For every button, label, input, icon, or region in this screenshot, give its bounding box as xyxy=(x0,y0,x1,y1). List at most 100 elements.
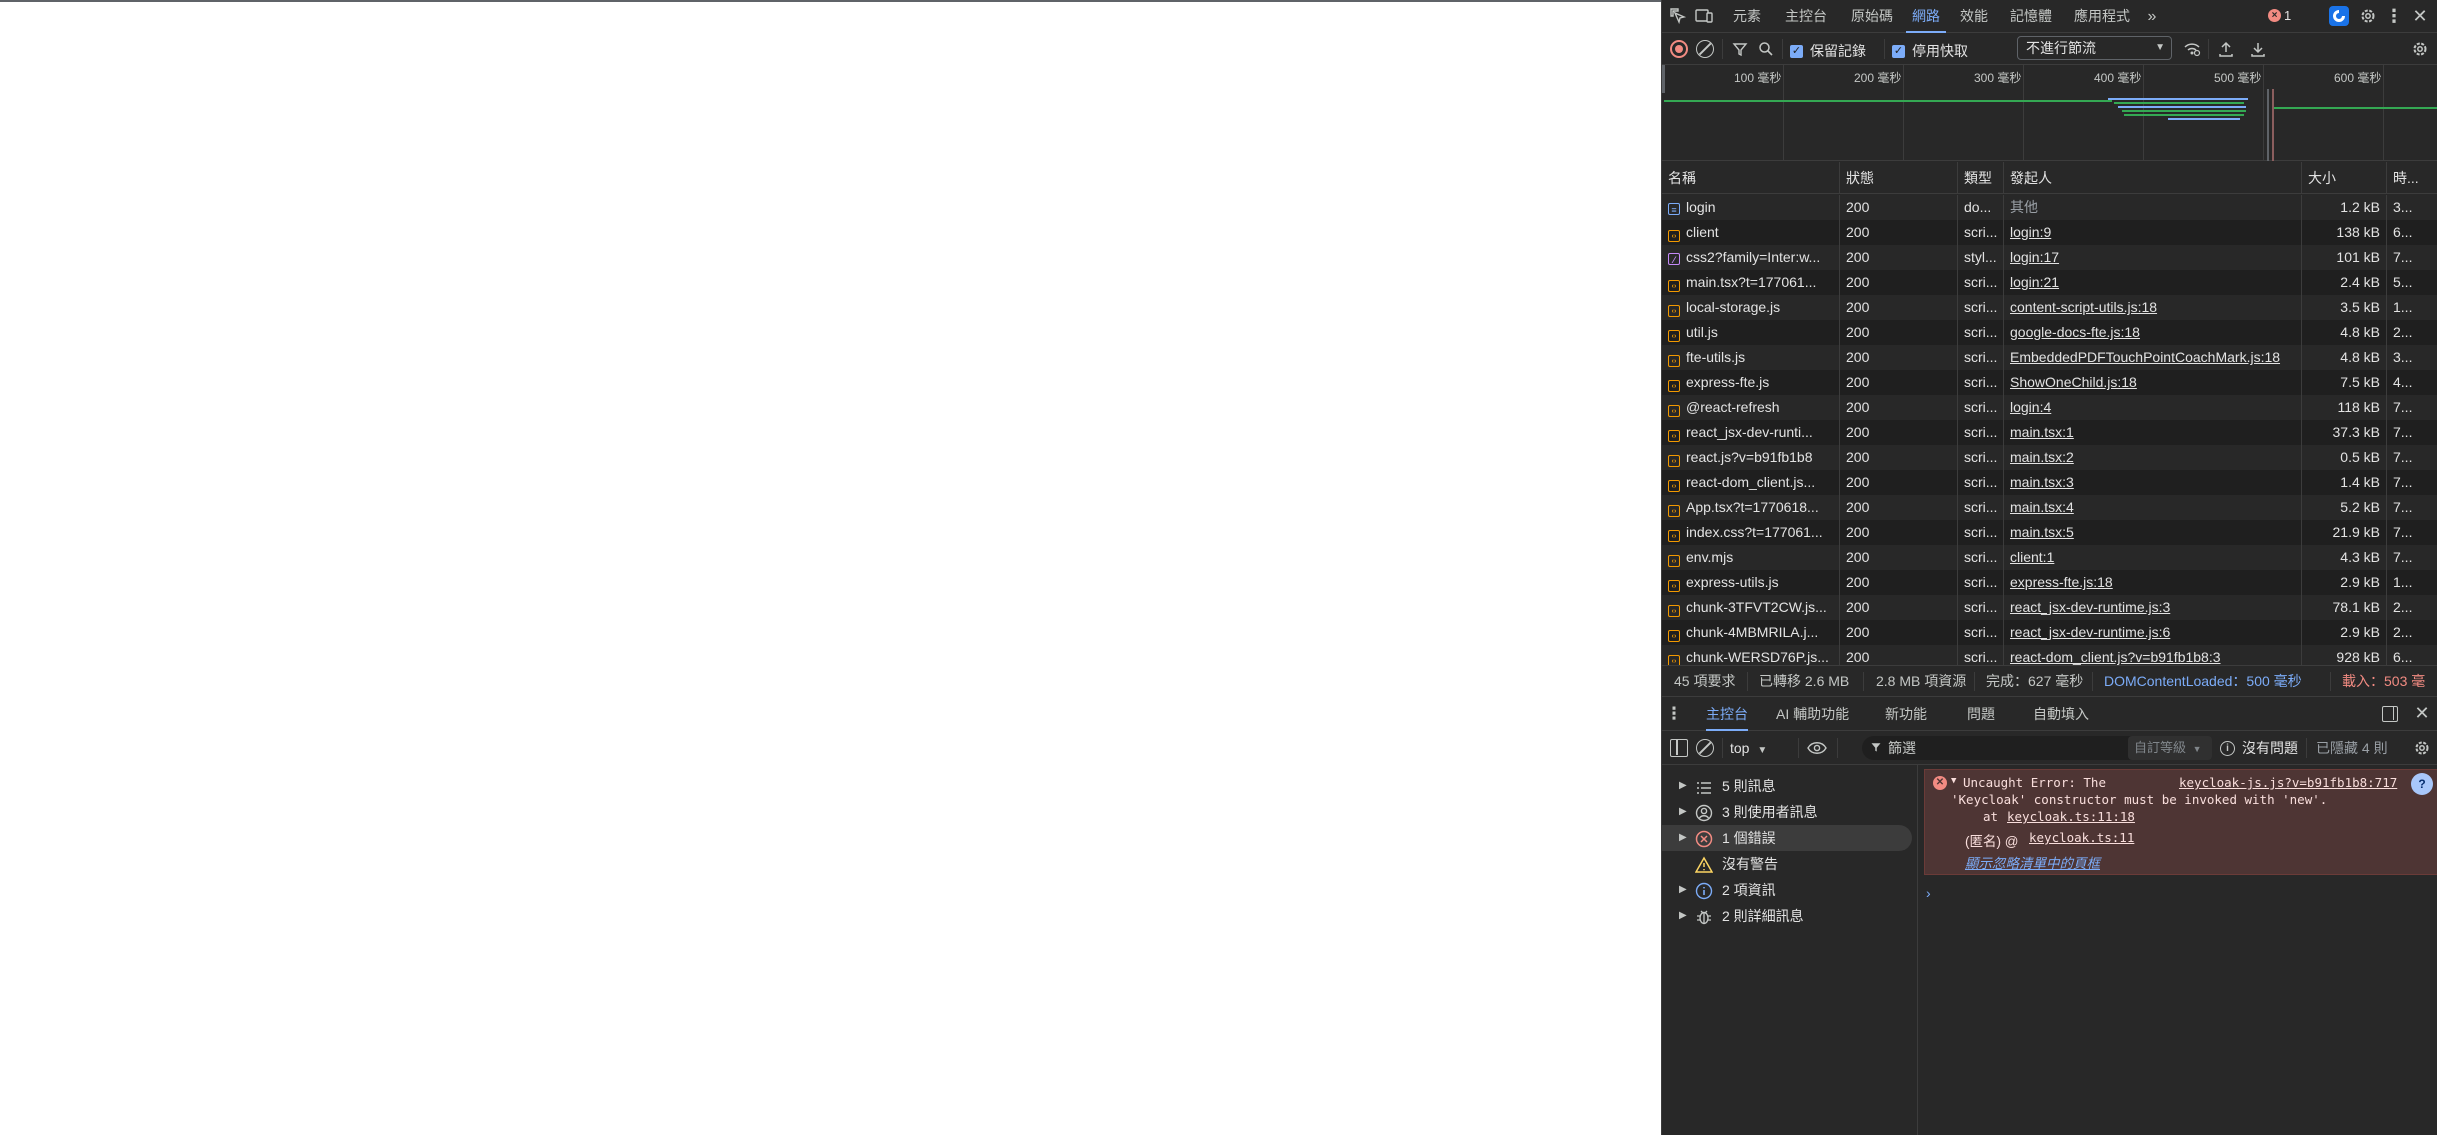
table-row[interactable]: ‹› main.tsx?t=177061... 200 scri... login:21… xyxy=(1662,270,2437,295)
error-source-link[interactable]: keycloak-js.js?v=b91fb1b8:717 xyxy=(2179,775,2397,790)
stack-frame-link[interactable]: keycloak.ts:11:18 xyxy=(2007,809,2135,824)
sidebar-toggle-icon[interactable] xyxy=(1670,739,1688,757)
gear-icon[interactable] xyxy=(2358,6,2378,26)
table-row[interactable]: ‹› @react-refresh 200 scri... login:4 118 kB 7… xyxy=(1662,395,2437,420)
column-size[interactable]: 大小 xyxy=(2302,162,2387,194)
tab-network[interactable]: 網路 xyxy=(1906,0,1946,33)
initiator-link[interactable]: login:4 xyxy=(2010,399,2051,415)
error-count-badge[interactable]: × 1 xyxy=(2268,8,2291,23)
tab-sources[interactable]: 原始碼 xyxy=(1843,0,1901,33)
sidebar-item-info[interactable]: ▶ 2 項資訊 xyxy=(1662,877,1912,903)
tab-application[interactable]: 應用程式 xyxy=(2067,0,2137,33)
drawer-tab-whats-new[interactable]: 新功能 xyxy=(1885,697,1927,731)
table-row[interactable]: ‹› fte-utils.js 200 scri... EmbeddedPDFTouch… xyxy=(1662,345,2437,370)
table-row[interactable]: ‹› local-storage.js 200 scri... content-scri… xyxy=(1662,295,2437,320)
table-row[interactable]: ‹› App.tsx?t=1770618... 200 scri... main.tsx… xyxy=(1662,495,2437,520)
close-drawer-icon[interactable]: ✕ xyxy=(2412,703,2432,723)
page-viewport[interactable] xyxy=(0,0,1661,1135)
initiator-link[interactable]: client:1 xyxy=(2010,549,2054,565)
filter-icon[interactable] xyxy=(1730,39,1750,59)
console-settings-gear-icon[interactable] xyxy=(2412,738,2432,758)
export-har-icon[interactable] xyxy=(2248,39,2268,59)
console-input[interactable] xyxy=(1942,881,2432,903)
column-time[interactable]: 時... xyxy=(2387,162,2437,194)
context-selector[interactable]: top ▼ xyxy=(1730,731,1767,765)
tab-performance[interactable]: 效能 xyxy=(1953,0,1995,33)
network-conditions-icon[interactable] xyxy=(2182,39,2202,59)
device-toolbar-icon[interactable] xyxy=(1694,6,1714,26)
ai-assistance-icon[interactable] xyxy=(2329,6,2349,26)
eye-icon[interactable] xyxy=(1806,738,1828,758)
drawer-tab-autofill[interactable]: 自動填入 xyxy=(2033,697,2089,731)
initiator-link[interactable]: google-docs-fte.js:18 xyxy=(2010,324,2140,340)
clear-icon[interactable] xyxy=(1696,40,1714,58)
search-icon[interactable] xyxy=(1756,39,1776,59)
initiator-link[interactable]: login:21 xyxy=(2010,274,2059,290)
table-row[interactable]: ‹› express-fte.js 200 scri... ShowOneChild.j… xyxy=(1662,370,2437,395)
table-row[interactable]: ‹› util.js 200 scri... google-docs-fte.js:18… xyxy=(1662,320,2437,345)
sidebar-item-errors[interactable]: ▶ 1 個錯誤 xyxy=(1662,825,1912,851)
anonymous-frame-link[interactable]: keycloak.ts:11 xyxy=(2029,830,2134,845)
initiator-link[interactable]: main.tsx:3 xyxy=(2010,474,2074,490)
overview-left-handle[interactable] xyxy=(1662,65,1665,93)
tab-console[interactable]: 主控台 xyxy=(1776,0,1836,33)
sidebar-item-user-messages[interactable]: ▶ 3 則使用者訊息 xyxy=(1662,799,1912,825)
table-row[interactable]: ‹› chunk-3TFVT2CW.js... 200 scri... react_js… xyxy=(1662,595,2437,620)
preserve-log-checkbox[interactable]: ✓ 保留記錄 xyxy=(1790,41,1866,61)
tab-elements[interactable]: 元素 xyxy=(1722,0,1772,33)
tab-memory[interactable]: 記憶體 xyxy=(2003,0,2059,33)
inspect-element-icon[interactable] xyxy=(1668,6,1688,26)
console-filter-input[interactable]: 篩選 xyxy=(1862,736,2152,760)
initiator-link[interactable]: react_jsx-dev-runtime.js:6 xyxy=(2010,624,2170,640)
column-type[interactable]: 類型 xyxy=(1958,162,2004,194)
table-row[interactable]: ‹› react_jsx-dev-runti... 200 scri... main.t… xyxy=(1662,420,2437,445)
sidebar-item-warnings[interactable]: 沒有警告 xyxy=(1662,851,1912,877)
initiator-link[interactable]: react-dom_client.js?v=b91fb1b8:3 xyxy=(2010,649,2221,665)
table-row[interactable]: ‹› env.mjs 200 scri... client:1 4.3 kB 7... xyxy=(1662,545,2437,570)
table-row[interactable]: ≡ login 200 do... 其他 1.2 kB 3... xyxy=(1662,195,2437,220)
column-status[interactable]: 狀態 xyxy=(1840,162,1958,194)
clear-console-icon[interactable] xyxy=(1696,739,1714,757)
disable-cache-checkbox[interactable]: ✓ 停用快取 xyxy=(1892,41,1968,61)
drawer-menu-icon[interactable]: ⋮ xyxy=(1666,704,1683,723)
drawer-tab-console[interactable]: 主控台 xyxy=(1706,697,1748,731)
caret-down-icon[interactable]: ▼ xyxy=(1951,776,1956,786)
table-row[interactable]: ⁄ css2?family=Inter:w... 200 styl... login:1… xyxy=(1662,245,2437,270)
table-row[interactable]: ‹› chunk-WERSD76P.js... 200 scri... react-do… xyxy=(1662,645,2437,665)
table-row[interactable]: ‹› express-utils.js 200 scri... express-fte.… xyxy=(1662,570,2437,595)
import-har-icon[interactable] xyxy=(2216,39,2236,59)
network-overview-timeline[interactable]: 100 毫秒 200 毫秒 300 毫秒 400 毫秒 500 毫秒 600 毫… xyxy=(1662,65,2437,161)
ai-explain-icon[interactable]: ? xyxy=(2411,773,2433,795)
throttle-select[interactable]: 不進行節流 ▼ xyxy=(2017,36,2172,60)
show-ignore-list-frames-link[interactable]: 顯示忽略清單中的頁框 xyxy=(1965,852,2100,872)
sidebar-item-verbose[interactable]: ▶ 2 則詳細訊息 xyxy=(1662,903,1912,929)
table-row[interactable]: ‹› client 200 scri... login:9 138 kB 6... xyxy=(1662,220,2437,245)
initiator-link[interactable]: login:17 xyxy=(2010,249,2059,265)
table-row[interactable]: ‹› react-dom_client.js... 200 scri... main.t… xyxy=(1662,470,2437,495)
kebab-menu-icon[interactable]: ⋮ xyxy=(2384,6,2404,26)
table-row[interactable]: ‹› index.css?t=177061... 200 scri... main.ts… xyxy=(1662,520,2437,545)
console-error-message[interactable]: ✕ ▼ Uncaught Error: The keycloak-js.js?v… xyxy=(1924,769,2437,875)
chevron-double-right-icon[interactable]: » xyxy=(2141,0,2163,33)
record-icon[interactable] xyxy=(1670,40,1688,58)
initiator-link[interactable]: main.tsx:4 xyxy=(2010,499,2074,515)
initiator-link[interactable]: login:9 xyxy=(2010,224,2051,240)
sidebar-item-messages[interactable]: ▶ 5 則訊息 xyxy=(1662,773,1912,799)
initiator-link[interactable]: content-script-utils.js:18 xyxy=(2010,299,2157,315)
network-settings-gear-icon[interactable] xyxy=(2410,39,2430,59)
initiator-link[interactable]: main.tsx:5 xyxy=(2010,524,2074,540)
close-icon[interactable]: ✕ xyxy=(2410,6,2430,26)
issues-count[interactable]: 沒有問題 xyxy=(2242,731,2298,765)
initiator-link[interactable]: EmbeddedPDFTouchPointCoachMark.js:18 xyxy=(2010,349,2280,365)
drawer-tab-ai-assistance[interactable]: AI 輔助功能 xyxy=(1776,697,1849,731)
initiator-link[interactable]: main.tsx:1 xyxy=(2010,424,2074,440)
initiator-link[interactable]: main.tsx:2 xyxy=(2010,449,2074,465)
table-row[interactable]: ‹› chunk-4MBMRILA.j... 200 scri... react_jsx… xyxy=(1662,620,2437,645)
column-initiator[interactable]: 發起人 xyxy=(2004,162,2302,194)
log-level-select[interactable]: 自訂等級 ▼ xyxy=(2128,736,2212,760)
table-row[interactable]: ‹› react.js?v=b91fb1b8 200 scri... main.tsx:… xyxy=(1662,445,2437,470)
initiator-link[interactable]: react_jsx-dev-runtime.js:3 xyxy=(2010,599,2170,615)
column-name[interactable]: 名稱 xyxy=(1662,162,1840,194)
dock-drawer-icon[interactable] xyxy=(2382,706,2398,722)
initiator-link[interactable]: ShowOneChild.js:18 xyxy=(2010,374,2137,390)
